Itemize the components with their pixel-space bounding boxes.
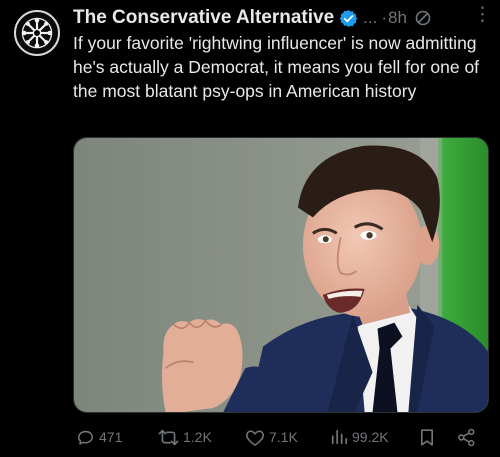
repost-icon xyxy=(158,428,179,447)
timestamp[interactable]: 8h xyxy=(388,8,407,28)
bookmark-button[interactable] xyxy=(419,424,435,450)
share-icon xyxy=(457,428,476,447)
share-button[interactable] xyxy=(457,424,476,450)
tweet-photo[interactable] xyxy=(73,137,489,413)
more-options-icon[interactable]: ⋮ xyxy=(473,5,492,24)
avatar[interactable] xyxy=(14,10,60,56)
verified-badge-icon[interactable] xyxy=(339,9,358,28)
like-count: 7.1K xyxy=(269,429,298,445)
reply-icon xyxy=(76,428,95,447)
repost-button[interactable]: 1.2K xyxy=(158,424,212,450)
analytics-icon xyxy=(330,428,348,446)
repost-count: 1.2K xyxy=(183,429,212,445)
like-button[interactable]: 7.1K xyxy=(245,424,298,450)
bookmark-icon xyxy=(419,428,435,447)
heart-icon xyxy=(245,428,265,447)
author-name[interactable]: The Conservative Alternative xyxy=(73,7,334,29)
views-button[interactable]: 99.2K xyxy=(330,424,389,450)
tweet-text: If your favorite 'rightwing influencer' … xyxy=(73,33,480,101)
tweet-header: The Conservative Alternative ... · 8h xyxy=(73,6,490,30)
reply-button[interactable]: 471 xyxy=(76,424,122,450)
name-truncation: ... xyxy=(363,8,378,27)
reply-count: 471 xyxy=(99,429,123,445)
views-count: 99.2K xyxy=(352,429,389,445)
tweet-actions: 471 1.2K 7.1K 99.2K xyxy=(73,424,493,450)
header-separator: · xyxy=(381,8,388,27)
replies-restricted-icon xyxy=(414,9,432,27)
emblem-icon xyxy=(17,13,57,53)
